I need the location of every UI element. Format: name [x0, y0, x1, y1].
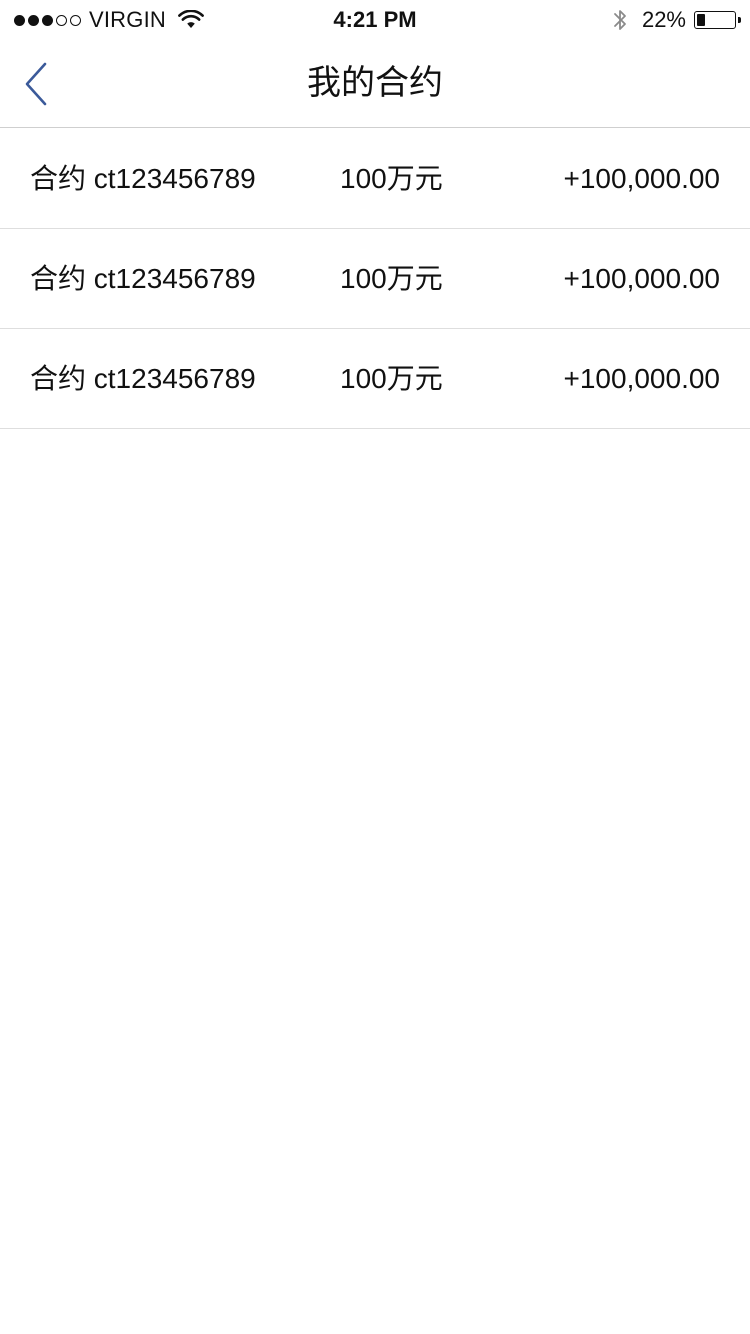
contract-name: 合约 ct123456789: [30, 163, 256, 194]
status-right: 22%: [612, 6, 741, 34]
battery-icon: [694, 11, 741, 29]
navigation-bar: 我的合约: [0, 40, 750, 128]
battery-level-fill: [697, 14, 705, 26]
contract-value: +100,000.00: [563, 363, 721, 394]
battery-nub: [738, 17, 741, 23]
contract-name: 合约 ct123456789: [30, 363, 256, 394]
contract-name: 合约 ct123456789: [30, 263, 256, 294]
contract-value: +100,000.00: [563, 263, 721, 294]
battery-percent: 22%: [641, 7, 686, 32]
contract-amount: 100万元: [340, 263, 443, 294]
contract-value: +100,000.00: [563, 163, 721, 194]
status-bar: VIRGIN 4:21 PM 22%: [0, 0, 750, 40]
bluetooth-icon: [614, 10, 626, 30]
contract-row[interactable]: 合约 ct123456789 100万元 +100,000.00: [0, 229, 750, 329]
contract-list: 合约 ct123456789 100万元 +100,000.00 合约 ct12…: [0, 129, 750, 429]
contract-row[interactable]: 合约 ct123456789 100万元 +100,000.00: [0, 129, 750, 229]
contract-row[interactable]: 合约 ct123456789 100万元 +100,000.00: [0, 329, 750, 429]
back-button[interactable]: [14, 56, 58, 112]
contract-amount: 100万元: [340, 163, 443, 194]
contract-amount: 100万元: [340, 363, 443, 394]
page-title: 我的合约: [307, 64, 443, 102]
chevron-left-icon: [25, 62, 47, 106]
